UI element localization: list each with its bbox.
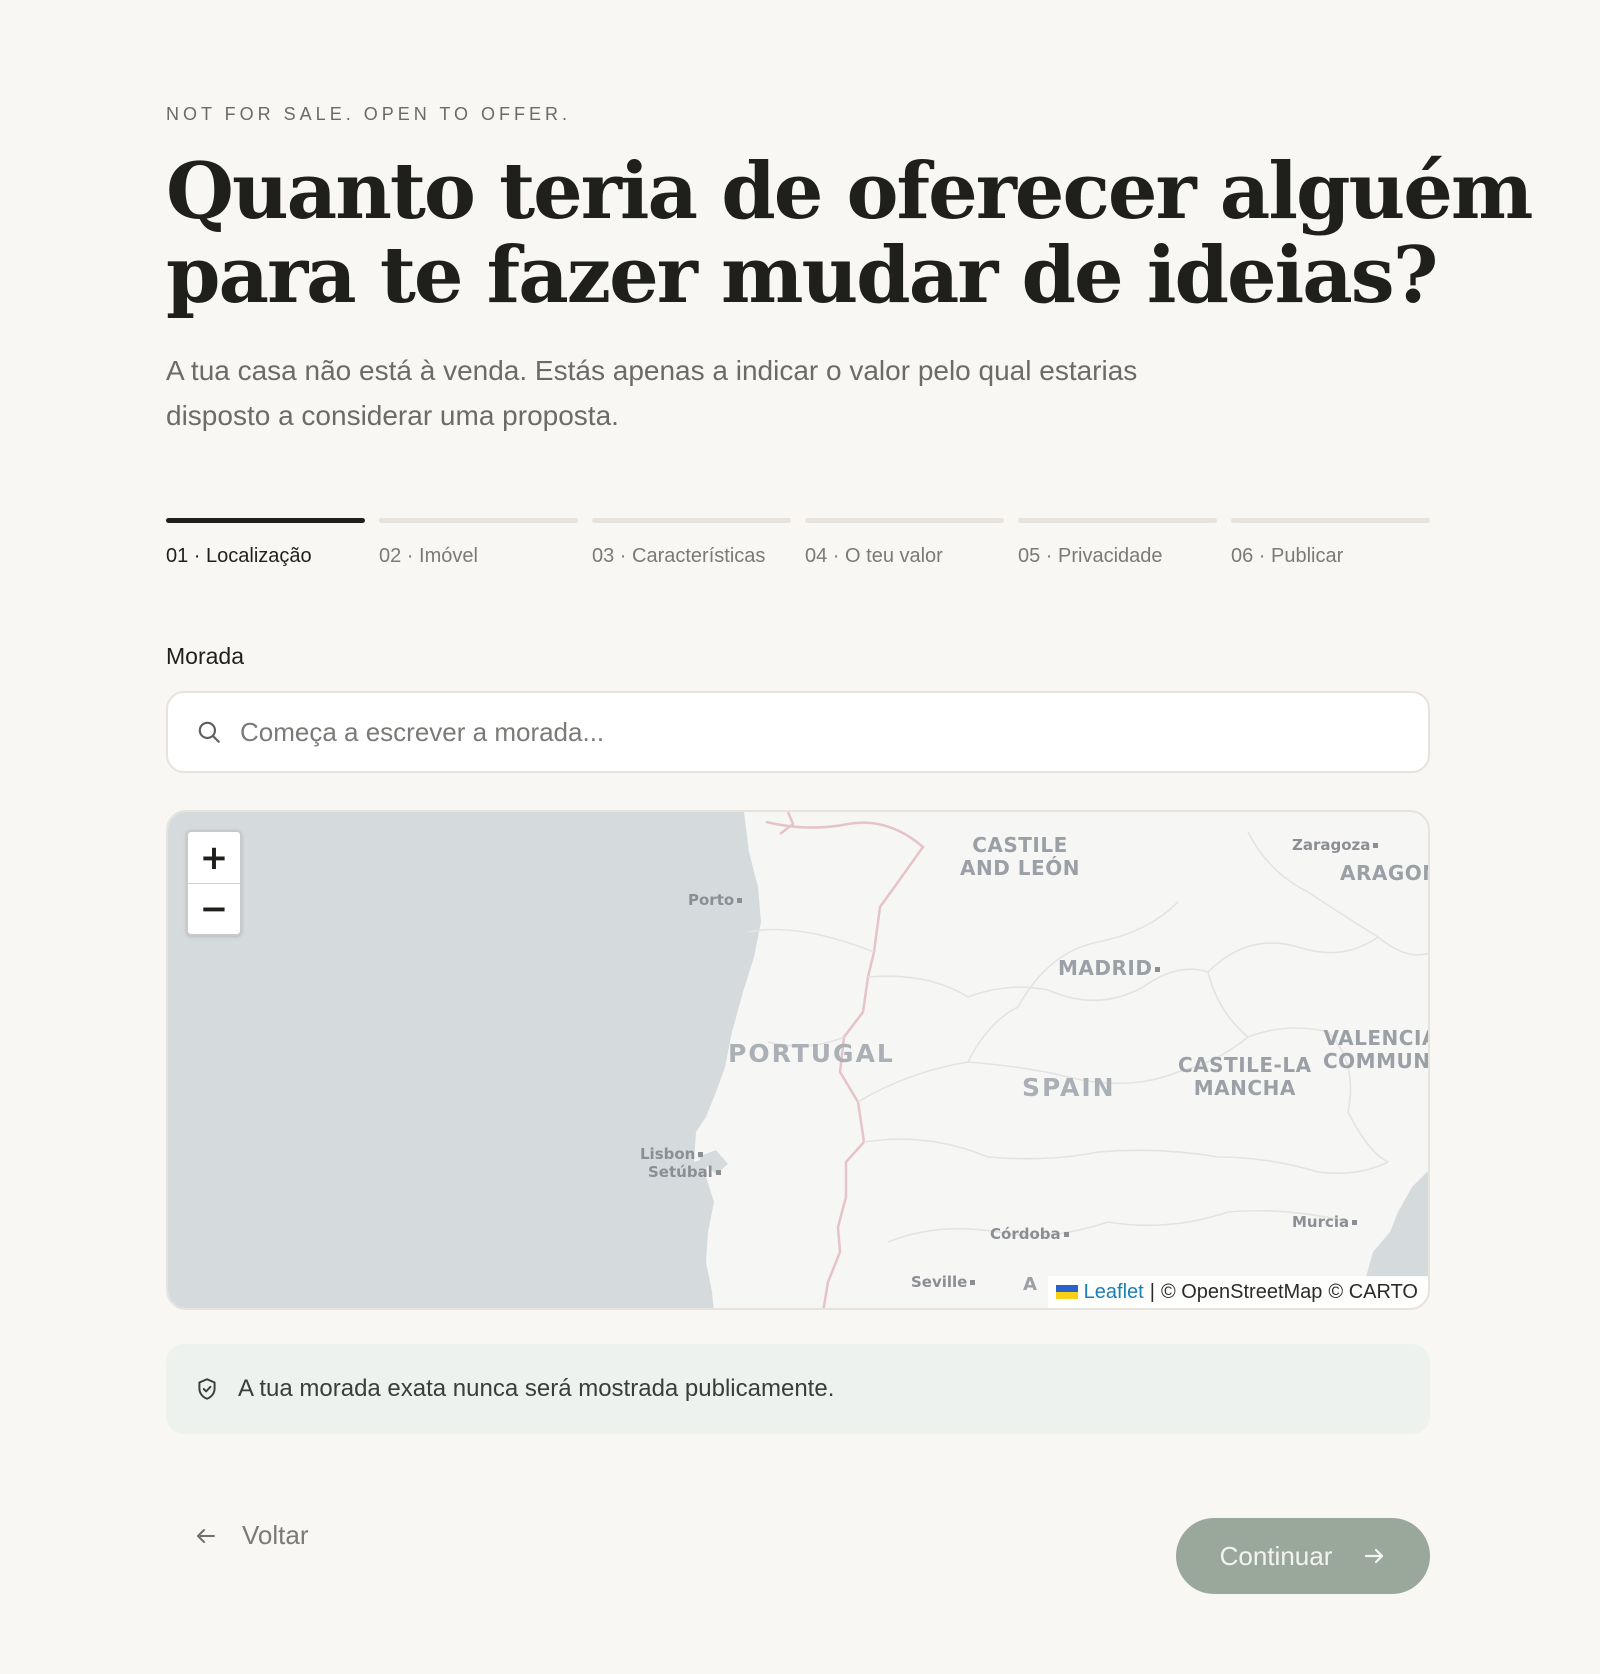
zoom-out-button[interactable]: − bbox=[188, 883, 240, 934]
leaflet-link[interactable]: Leaflet bbox=[1084, 1281, 1144, 1304]
carto-attribution-link[interactable]: © CARTO bbox=[1328, 1281, 1418, 1304]
map-label-line: COMMUNI bbox=[1323, 1049, 1430, 1073]
map-label-portugal: PORTUGAL bbox=[728, 1039, 895, 1068]
map-label-spain: SPAIN bbox=[1022, 1073, 1116, 1102]
map-atlantic-sea bbox=[168, 812, 761, 1308]
arrow-left-icon bbox=[197, 1528, 215, 1543]
step-progress-bar bbox=[592, 518, 791, 523]
shield-check-icon bbox=[198, 1378, 216, 1400]
step-imovel[interactable]: 02 · Imóvel bbox=[379, 518, 578, 568]
map-label-setubal: Setúbal bbox=[648, 1163, 721, 1181]
step-privacidade[interactable]: 05 · Privacidade bbox=[1018, 518, 1217, 568]
map-attribution: Leaflet | © OpenStreetMap © CARTO bbox=[1047, 1276, 1428, 1308]
map-label-seville: Seville bbox=[911, 1273, 976, 1291]
address-search-box[interactable] bbox=[166, 691, 1430, 773]
search-icon bbox=[198, 721, 220, 743]
step-label: 01 · Localização bbox=[166, 545, 312, 567]
map-label-aragon: ARAGON bbox=[1340, 861, 1430, 885]
step-label: 06 · Publicar bbox=[1231, 545, 1344, 567]
map-label-line: MANCHA bbox=[1193, 1076, 1296, 1100]
privacy-notice-text: A tua morada exata nunca será mostrada p… bbox=[238, 1375, 835, 1402]
step-progress-bar bbox=[166, 518, 365, 523]
progress-steps: 01 · Localização 02 · Imóvel 03 · Caract… bbox=[166, 518, 1430, 568]
step-label: 04 · O teu valor bbox=[805, 545, 943, 567]
address-label: Morada bbox=[166, 643, 244, 669]
map-label-line: CASTILE-LA bbox=[1178, 1053, 1312, 1077]
map-label-porto: Porto bbox=[688, 891, 743, 909]
osm-attribution-link[interactable]: © OpenStreetMap bbox=[1161, 1281, 1322, 1304]
eyebrow-text: NOT FOR SALE. OPEN TO OFFER. bbox=[166, 104, 572, 124]
map-label-andalusia: A bbox=[1023, 1274, 1038, 1295]
step-progress-bar bbox=[379, 518, 578, 523]
map-label-castile-leon: CASTILE AND LEÓN bbox=[960, 834, 1080, 880]
step-label: 03 · Características bbox=[592, 545, 766, 567]
continue-button[interactable]: Continuar bbox=[1176, 1518, 1430, 1594]
step-progress-bar bbox=[1018, 518, 1217, 523]
ukraine-flag-icon bbox=[1055, 1285, 1078, 1299]
continue-button-label: Continuar bbox=[1219, 1540, 1333, 1571]
page-subtitle: A tua casa não está à venda. Estás apena… bbox=[166, 348, 1166, 438]
back-button[interactable]: Voltar bbox=[194, 1520, 309, 1551]
step-publicar[interactable]: 06 · Publicar bbox=[1231, 518, 1430, 568]
map-zoom-control: + − bbox=[186, 830, 242, 936]
page-title-line-2: para te fazer mudar de ideias? bbox=[166, 230, 1438, 321]
step-o-teu-valor[interactable]: 04 · O teu valor bbox=[805, 518, 1004, 568]
page-subtitle-line-1: A tua casa não está à venda. Estás apena… bbox=[166, 355, 1138, 386]
map-label-cordoba: Córdoba bbox=[990, 1225, 1069, 1243]
map-label-lisbon: Lisbon bbox=[640, 1145, 704, 1163]
step-progress-bar bbox=[1231, 518, 1430, 523]
page-title: Quanto teria de oferecer alguém para te … bbox=[166, 146, 1533, 321]
map-label-madrid: MADRID bbox=[1058, 957, 1161, 980]
map-label-line: CASTILE bbox=[972, 833, 1068, 857]
location-map[interactable]: Porto CASTILE AND LEÓN Zaragoza ARAGON M… bbox=[166, 810, 1430, 1310]
privacy-notice: A tua morada exata nunca será mostrada p… bbox=[166, 1344, 1430, 1434]
map-label-murcia: Murcia bbox=[1292, 1213, 1358, 1231]
step-label: 05 · Privacidade bbox=[1018, 545, 1163, 567]
map-label-line: VALENCIA bbox=[1323, 1026, 1430, 1050]
map-label-valencia: VALENCIA COMMUNI bbox=[1323, 1026, 1430, 1073]
zoom-in-button[interactable]: + bbox=[188, 832, 240, 883]
back-button-label: Voltar bbox=[242, 1520, 309, 1550]
arrow-right-icon bbox=[1365, 1548, 1384, 1564]
step-progress-bar bbox=[805, 518, 1004, 523]
page-title-line-1: Quanto teria de oferecer alguém bbox=[166, 146, 1533, 237]
attribution-separator: | bbox=[1149, 1280, 1155, 1303]
step-caracteristicas[interactable]: 03 · Características bbox=[592, 518, 791, 568]
map-label-line: AND LEÓN bbox=[960, 856, 1080, 880]
address-input[interactable] bbox=[240, 716, 1340, 748]
step-localizacao[interactable]: 01 · Localização bbox=[166, 518, 365, 568]
page-subtitle-line-2: disposto a considerar uma proposta. bbox=[166, 400, 619, 431]
step-label: 02 · Imóvel bbox=[379, 545, 478, 567]
map-label-castile-la-mancha: CASTILE-LA MANCHA bbox=[1178, 1054, 1312, 1100]
map-label-zaragoza: Zaragoza bbox=[1292, 836, 1379, 854]
